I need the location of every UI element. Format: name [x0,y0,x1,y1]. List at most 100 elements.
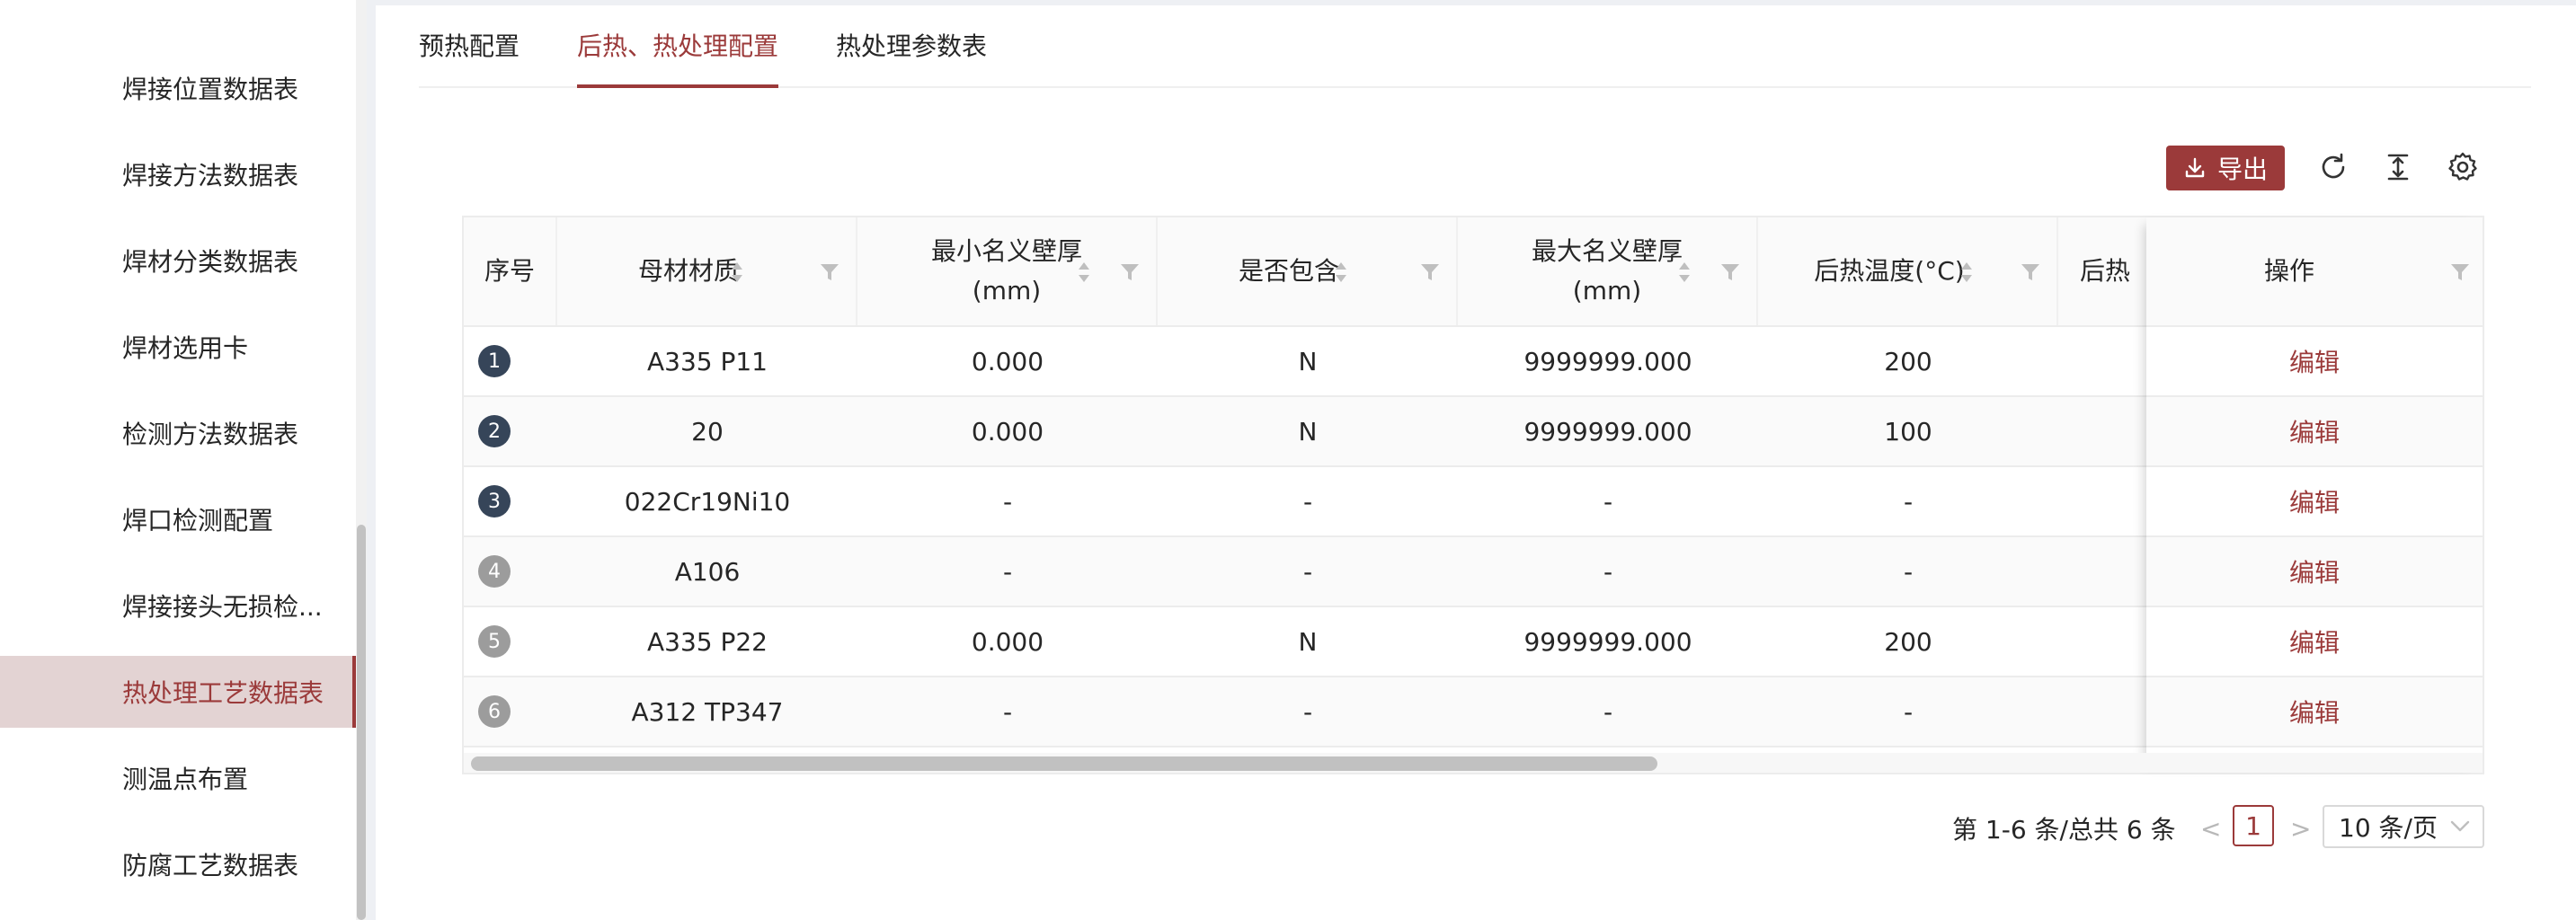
table-row: 4 A106 - - - - 编辑 [464,537,2483,607]
cell-action: 编辑 [2146,327,2483,395]
table-header: 序号 母材材质 最小名义壁厚 (mm) 是否包含 最大名义壁厚 (mm) 后热温度(… [464,217,2483,327]
cell-max-thickness: 9999999.000 [1523,346,1692,376]
filter-icon[interactable] [1120,262,1140,282]
cell-material: 20 [691,416,724,447]
row-index-badge: 5 [478,625,511,658]
tab-preheat[interactable]: 预热配置 [419,27,520,63]
filter-icon[interactable] [820,262,839,282]
cell-max-thickness: - [1603,556,1613,587]
sort-icon[interactable] [1334,261,1348,284]
cell-min-thickness: - [1002,696,1013,727]
sort-icon[interactable] [1677,261,1692,284]
sidebar-item-joint-inspection[interactable]: 焊口检测配置 [0,483,358,555]
export-button[interactable]: 导出 [2166,146,2285,190]
prev-page-button[interactable]: < [2200,814,2221,844]
sidebar-item-consumable-card[interactable]: 焊材选用卡 [0,311,358,383]
cell-max-thickness: 9999999.000 [1523,416,1692,447]
cell-postheat-temp: 200 [1884,346,1932,376]
table-row: 6 A312 TP347 - - - - 编辑 [464,677,2483,748]
sidebar-item-welding-position[interactable]: 焊接位置数据表 [0,52,358,124]
table-row: 5 A335 P22 0.000 N 9999999.000 200 编辑 [464,607,2483,677]
tab-heat-treatment-params[interactable]: 热处理参数表 [836,27,987,63]
sidebar-item-label: 测温点布置 [122,765,249,794]
filter-icon[interactable] [2450,262,2470,282]
row-index-badge: 1 [478,345,511,377]
column-header-min-thickness[interactable]: 最小名义壁厚 (mm) [857,217,1158,325]
sidebar-item-label: 焊接方法数据表 [122,161,299,190]
sidebar-item-label: 焊接接头无损检... [122,592,323,622]
cell-material: A335 P22 [646,626,768,657]
pagination-total: 第 1-6 条/总共 6 条 [1952,815,2176,845]
cell-postheat-temp: 200 [1884,626,1932,657]
column-header-max-thickness[interactable]: 最大名义壁厚 (mm) [1458,217,1758,325]
tab-postheat-heat-treatment[interactable]: 后热、热处理配置 [577,27,778,63]
filter-icon[interactable] [2021,262,2040,282]
sidebar-item-label: 焊材分类数据表 [122,247,299,277]
edit-link[interactable]: 编辑 [2289,343,2340,379]
settings-icon[interactable] [2447,151,2479,183]
column-header-action: 操作 [2146,217,2483,325]
cell-min-thickness: - [1002,486,1013,517]
cell-min-thickness: - [1002,556,1013,587]
cell-action: 编辑 [2146,607,2483,676]
sidebar: 焊接位置数据表 焊接方法数据表 焊材分类数据表 焊材选用卡 检测方法数据表 焊口… [0,0,367,920]
sidebar-scrollbar-thumb[interactable] [357,525,366,920]
cell-action: 编辑 [2146,397,2483,465]
edit-link[interactable]: 编辑 [2289,483,2340,519]
cell-max-thickness: 9999999.000 [1523,626,1692,657]
sort-icon[interactable] [1959,261,1974,284]
page-1-button[interactable]: 1 [2233,805,2274,846]
sidebar-item-label: 焊口检测配置 [122,506,274,535]
edit-link[interactable]: 编辑 [2289,694,2340,730]
refresh-icon[interactable] [2317,151,2349,183]
sidebar-item-label: 热处理工艺数据表 [122,678,324,708]
sort-icon[interactable] [1077,261,1091,284]
column-height-icon[interactable] [2382,151,2414,183]
sidebar-item-welding-method[interactable]: 焊接方法数据表 [0,138,358,210]
page-size-select[interactable]: 10 条/页 [2323,805,2484,848]
cell-include: N [1298,626,1318,657]
cell-material: A335 P11 [646,346,768,376]
cell-max-thickness: - [1603,696,1613,727]
filter-icon[interactable] [1420,262,1440,282]
sidebar-item-label: 焊接位置数据表 [122,75,299,104]
sidebar-item-anticorrosion[interactable]: 防腐工艺数据表 [0,828,358,900]
column-header-postheat-truncated[interactable]: 后热 [2058,217,2146,325]
cell-action: 编辑 [2146,537,2483,606]
filter-icon[interactable] [1720,262,1740,282]
cell-postheat-temp: - [1903,556,1914,587]
column-header-postheat-temp[interactable]: 后热温度(°C) [1758,217,2058,325]
row-index-badge: 3 [478,485,511,518]
row-index-badge: 6 [478,695,511,728]
cell-postheat-temp: - [1903,486,1914,517]
edit-link[interactable]: 编辑 [2289,624,2340,659]
table-row: 2 20 0.000 N 9999999.000 100 编辑 [464,397,2483,467]
cell-action: 编辑 [2146,677,2483,746]
table-row: 1 A335 P11 0.000 N 9999999.000 200 编辑 [464,327,2483,397]
cell-include: - [1302,486,1313,517]
sort-icon[interactable] [730,261,744,284]
sidebar-item-label: 焊材选用卡 [122,333,249,363]
column-header-material[interactable]: 母材材质 [557,217,857,325]
column-header-index: 序号 [464,217,557,325]
cell-material: A106 [674,556,741,587]
sidebar-item-inspection-method[interactable]: 检测方法数据表 [0,397,358,469]
export-button-label: 导出 [2216,155,2268,184]
page-size-value: 10 条/页 [2339,813,2438,843]
horizontal-scrollbar-thumb[interactable] [471,756,1657,771]
sidebar-item-ndt[interactable]: 焊接接头无损检... [0,570,358,641]
sidebar-item-temp-points[interactable]: 测温点布置 [0,742,358,814]
row-index-badge: 2 [478,415,511,447]
sidebar-item-heat-treatment[interactable]: 热处理工艺数据表 [0,656,358,728]
cell-include: N [1298,416,1318,447]
cell-min-thickness: 0.000 [971,416,1044,447]
next-page-button[interactable]: > [2290,814,2311,844]
sidebar-item-consumable-category[interactable]: 焊材分类数据表 [0,225,358,296]
cell-include: N [1298,346,1318,376]
cell-postheat-temp: - [1903,696,1914,727]
edit-link[interactable]: 编辑 [2289,413,2340,449]
row-index-badge: 4 [478,555,511,588]
column-header-include[interactable]: 是否包含 [1158,217,1458,325]
sidebar-item-label: 检测方法数据表 [122,420,299,449]
edit-link[interactable]: 编辑 [2289,553,2340,589]
